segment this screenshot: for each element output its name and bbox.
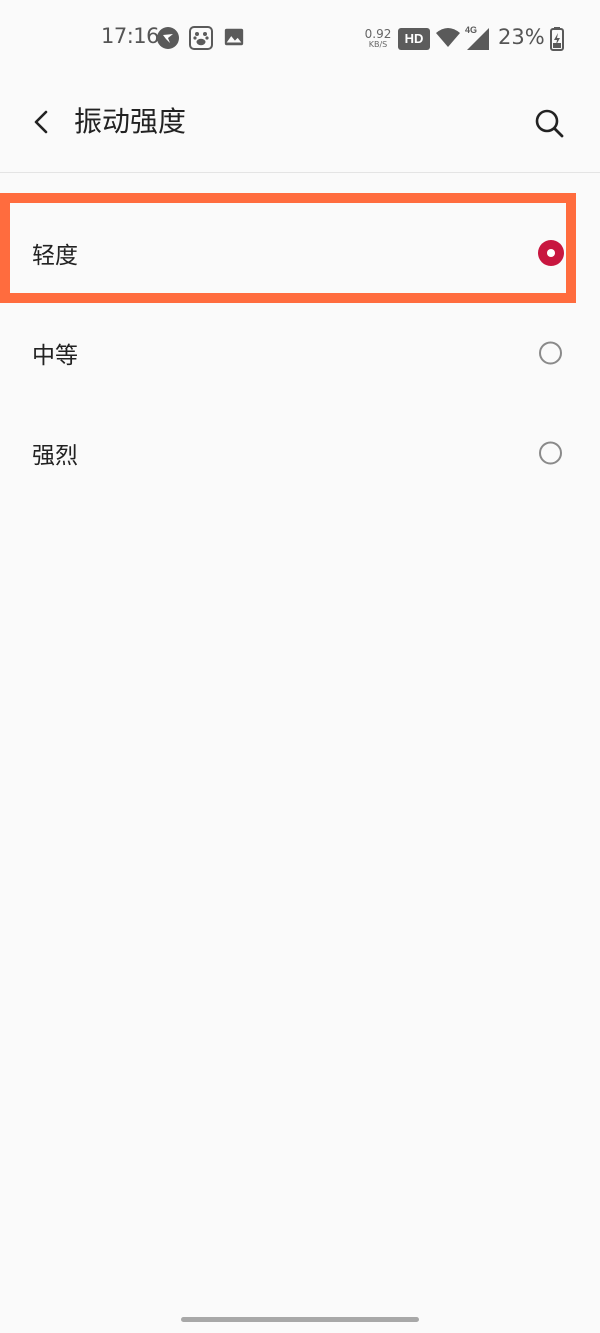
baidu-paw-icon — [189, 26, 213, 50]
image-notification-icon — [223, 26, 247, 50]
home-indicator[interactable] — [181, 1317, 419, 1322]
chevron-left-icon — [34, 110, 48, 134]
bird-notification-icon — [156, 26, 180, 50]
network-speed: 0.92 KB/S — [362, 28, 394, 49]
radio-button[interactable] — [539, 341, 562, 365]
option-label: 强烈 — [32, 443, 78, 469]
hd-badge: HD — [398, 28, 430, 50]
battery-charging-icon — [549, 26, 565, 52]
battery-percent: 23% — [498, 25, 545, 49]
status-bar: 17:16 0.92 KB/S HD 4G 23% — [0, 0, 600, 78]
highlight-box — [0, 193, 576, 303]
network-speed-unit: KB/S — [368, 40, 388, 49]
search-icon — [535, 109, 564, 138]
option-medium[interactable]: 中等 — [0, 303, 600, 403]
search-button[interactable] — [528, 102, 570, 144]
option-label: 轻度 — [32, 243, 78, 269]
radio-button[interactable] — [539, 441, 562, 465]
page-title: 振动强度 — [74, 105, 187, 138]
option-strong[interactable]: 强烈 — [0, 403, 600, 503]
option-light[interactable]: 轻度 — [0, 193, 600, 303]
network-speed-value: 0.92 — [364, 27, 392, 41]
wifi-icon — [435, 27, 460, 51]
back-button[interactable] — [22, 102, 62, 142]
status-time: 17:16 — [101, 24, 160, 48]
network-type-label: 4G — [465, 25, 477, 35]
cellular-signal-icon: 4G — [464, 24, 492, 52]
vibration-intensity-options: 轻度 中等 强烈 — [0, 193, 600, 503]
app-header: 振动强度 — [0, 78, 600, 173]
radio-button-selected[interactable] — [538, 240, 564, 266]
option-label: 中等 — [32, 343, 78, 369]
